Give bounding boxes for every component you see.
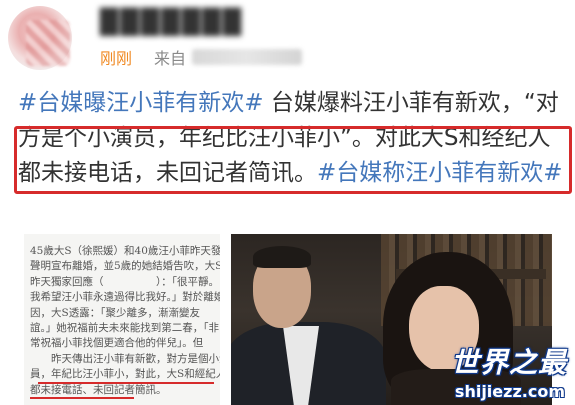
article-line: 我希望汪小菲永遠過得比我好。」對於離婚原 [30,291,220,304]
article-line: 昨天傳出汪小菲有新歡，對方是個小演 [30,352,220,365]
article-line: 員，年紀比汪小菲小，對此，大S和經紀人 [30,368,220,381]
avatar-blur-mask [26,20,70,66]
post-header: ███████ 刚刚 来自 [0,0,575,80]
source-client-blurred [192,49,303,65]
avatar[interactable] [8,6,72,70]
article-line: 因，大S透露：「聚少離多，漸漸變友 [30,306,200,319]
article-line: 誼。」她祝福前夫未來能找到第二春，「非 [30,322,219,335]
article-underline [38,382,214,384]
article-image[interactable]: 45歲大S（徐熙媛）和40歲汪小菲昨天發 聲明宣布離婚，並5歲的她結婚告吹，大S… [24,234,220,405]
source-prefix: 来自 [154,49,187,68]
article-underline [30,397,134,399]
post-time: 刚刚 [100,49,133,68]
watermark-domain: shijiezz.com [454,382,565,401]
article-line: 聲明宣布離婚，並5歲的她結婚告吹，大S [30,260,220,273]
man-figure-hair [253,246,311,268]
article-line: 45歲大S（徐熙媛）和40歲汪小菲昨天發 [30,245,220,257]
article-line: 都未接電話、未回記者簡訊。 [30,383,167,396]
post-meta: 刚刚 来自 [100,44,303,70]
article-line: 常祝福小菲找個更適合他的伴兒」。但 [30,337,204,350]
article-line: 昨天獨家回應（ ）：「很平靜。 [30,275,219,288]
watermark-title: 世界之最 [450,346,567,379]
watermark: 世界之最 shijiezz.com [425,333,575,405]
username-text-redacted: ███████ [100,8,244,36]
topic-link-1[interactable]: #台媒曝汪小菲有新欢# [18,90,264,116]
username-blurred[interactable]: ███████ [100,8,310,40]
red-highlight-box [14,126,572,194]
